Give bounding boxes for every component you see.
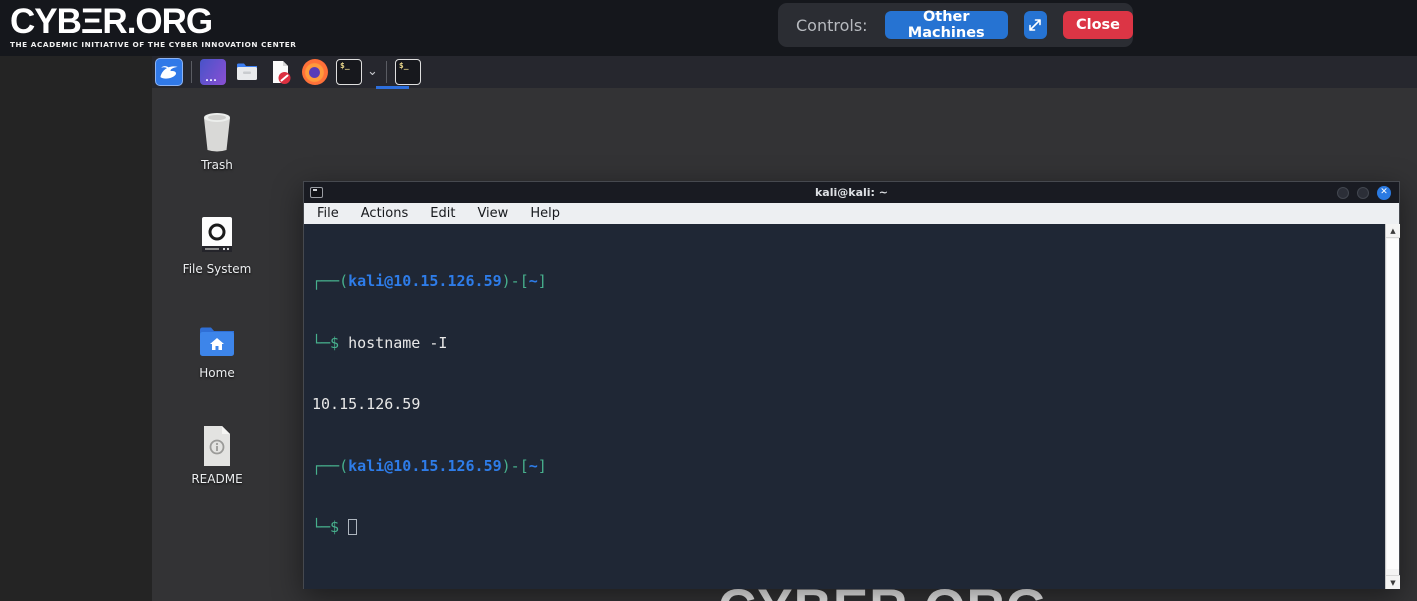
input-line: └─$ (312, 517, 1379, 538)
active-window-indicator (376, 86, 409, 89)
kali-menu-icon[interactable] (155, 58, 183, 86)
kali-taskbar: $_ ⌄ $_ (152, 56, 1417, 88)
desktop-icon-readme[interactable]: README (173, 424, 261, 486)
command-output: 10.15.126.59 (312, 394, 1379, 415)
maximize-button[interactable] (1357, 187, 1369, 199)
desktop-icon-label: File System (173, 262, 261, 276)
prompt-line: ┌──(kali@10.15.126.59)-[~] (312, 456, 1379, 477)
command-line: └─$hostname -I (312, 333, 1379, 354)
terminal-glyph: $_ (399, 61, 409, 70)
menu-item-actions[interactable]: Actions (350, 203, 420, 224)
desktop-icon-label: README (173, 472, 261, 486)
firefox-icon[interactable] (302, 59, 328, 85)
scrollbar-thumb[interactable] (1387, 239, 1399, 569)
fullscreen-expand-button[interactable] (1024, 11, 1047, 39)
typed-command: hostname -I (348, 334, 447, 352)
expand-arrows-icon (1028, 18, 1042, 32)
menu-item-file[interactable]: File (306, 203, 350, 224)
workspace-switcher-icon[interactable] (200, 59, 226, 85)
viewer-top-bar: CYBΞR.ORG THE ACADEMIC INITIATIVE OF THE… (0, 0, 1417, 56)
other-machines-button[interactable]: Other Machines (885, 11, 1008, 39)
terminal-titlebar[interactable]: kali@kali: ~ ✕ (304, 182, 1399, 203)
prompt-line: ┌──(kali@10.15.126.59)-[~] (312, 271, 1379, 292)
terminal-cursor (348, 519, 357, 535)
desktop-icon-label: Trash (173, 158, 261, 172)
terminal-window: kali@kali: ~ ✕ File Actions Edit View He… (303, 181, 1400, 589)
remote-session-viewer: CYBΞR.ORG THE ACADEMIC INITIATIVE OF THE… (0, 0, 1417, 601)
menu-item-help[interactable]: Help (519, 203, 571, 224)
home-folder-icon (196, 322, 238, 362)
terminal-dropdown-chevron-icon[interactable]: ⌄ (367, 67, 378, 77)
close-window-button[interactable]: ✕ (1377, 186, 1391, 200)
terminal-menubar: File Actions Edit View Help (304, 203, 1399, 224)
terminal-launcher-icon[interactable]: $_ (336, 59, 362, 85)
document-edit-icon (268, 59, 293, 85)
hard-drive-icon (197, 214, 237, 258)
folder-icon (234, 59, 260, 85)
terminal-scrollbar[interactable]: ▲ ▼ (1385, 224, 1399, 589)
viewer-gutter (0, 56, 152, 601)
window-controls: ✕ (1337, 186, 1391, 200)
logo-tagline: THE ACADEMIC INITIATIVE OF THE CYBER INN… (10, 40, 296, 49)
window-title: kali@kali: ~ (304, 186, 1399, 199)
cyber-org-logo: CYBΞR.ORG THE ACADEMIC INITIATIVE OF THE… (10, 5, 296, 49)
desktop-icon-file-system[interactable]: File System (173, 214, 261, 276)
trash-icon (196, 108, 238, 154)
desktop-icon-home[interactable]: Home (173, 322, 261, 380)
close-session-button[interactable]: Close (1063, 11, 1133, 39)
controls-panel: Controls: Other Machines Close (778, 3, 1133, 47)
readme-document-icon (198, 424, 236, 468)
kali-dragon-icon (157, 60, 181, 84)
taskbar-separator (191, 61, 192, 83)
terminal-screen[interactable]: ┌──(kali@10.15.126.59)-[~] └─$hostname -… (304, 224, 1399, 589)
terminal-glyph: $_ (340, 61, 350, 70)
taskbar-separator (386, 61, 387, 83)
scroll-down-button[interactable]: ▼ (1386, 575, 1400, 589)
scroll-up-button[interactable]: ▲ (1386, 224, 1400, 238)
menu-item-edit[interactable]: Edit (419, 203, 466, 224)
minimize-button[interactable] (1337, 187, 1349, 199)
open-terminal-window-icon[interactable]: $_ (395, 59, 421, 85)
logo-text: CYBΞR.ORG (10, 5, 296, 39)
dots-icon (205, 79, 217, 82)
close-icon: ✕ (1380, 188, 1388, 197)
menu-item-view[interactable]: View (466, 203, 519, 224)
controls-label: Controls: (796, 16, 868, 35)
desktop-icon-label: Home (173, 366, 261, 380)
text-editor-icon[interactable] (268, 59, 294, 85)
file-manager-icon[interactable] (234, 59, 260, 85)
desktop-icon-trash[interactable]: Trash (173, 108, 261, 172)
